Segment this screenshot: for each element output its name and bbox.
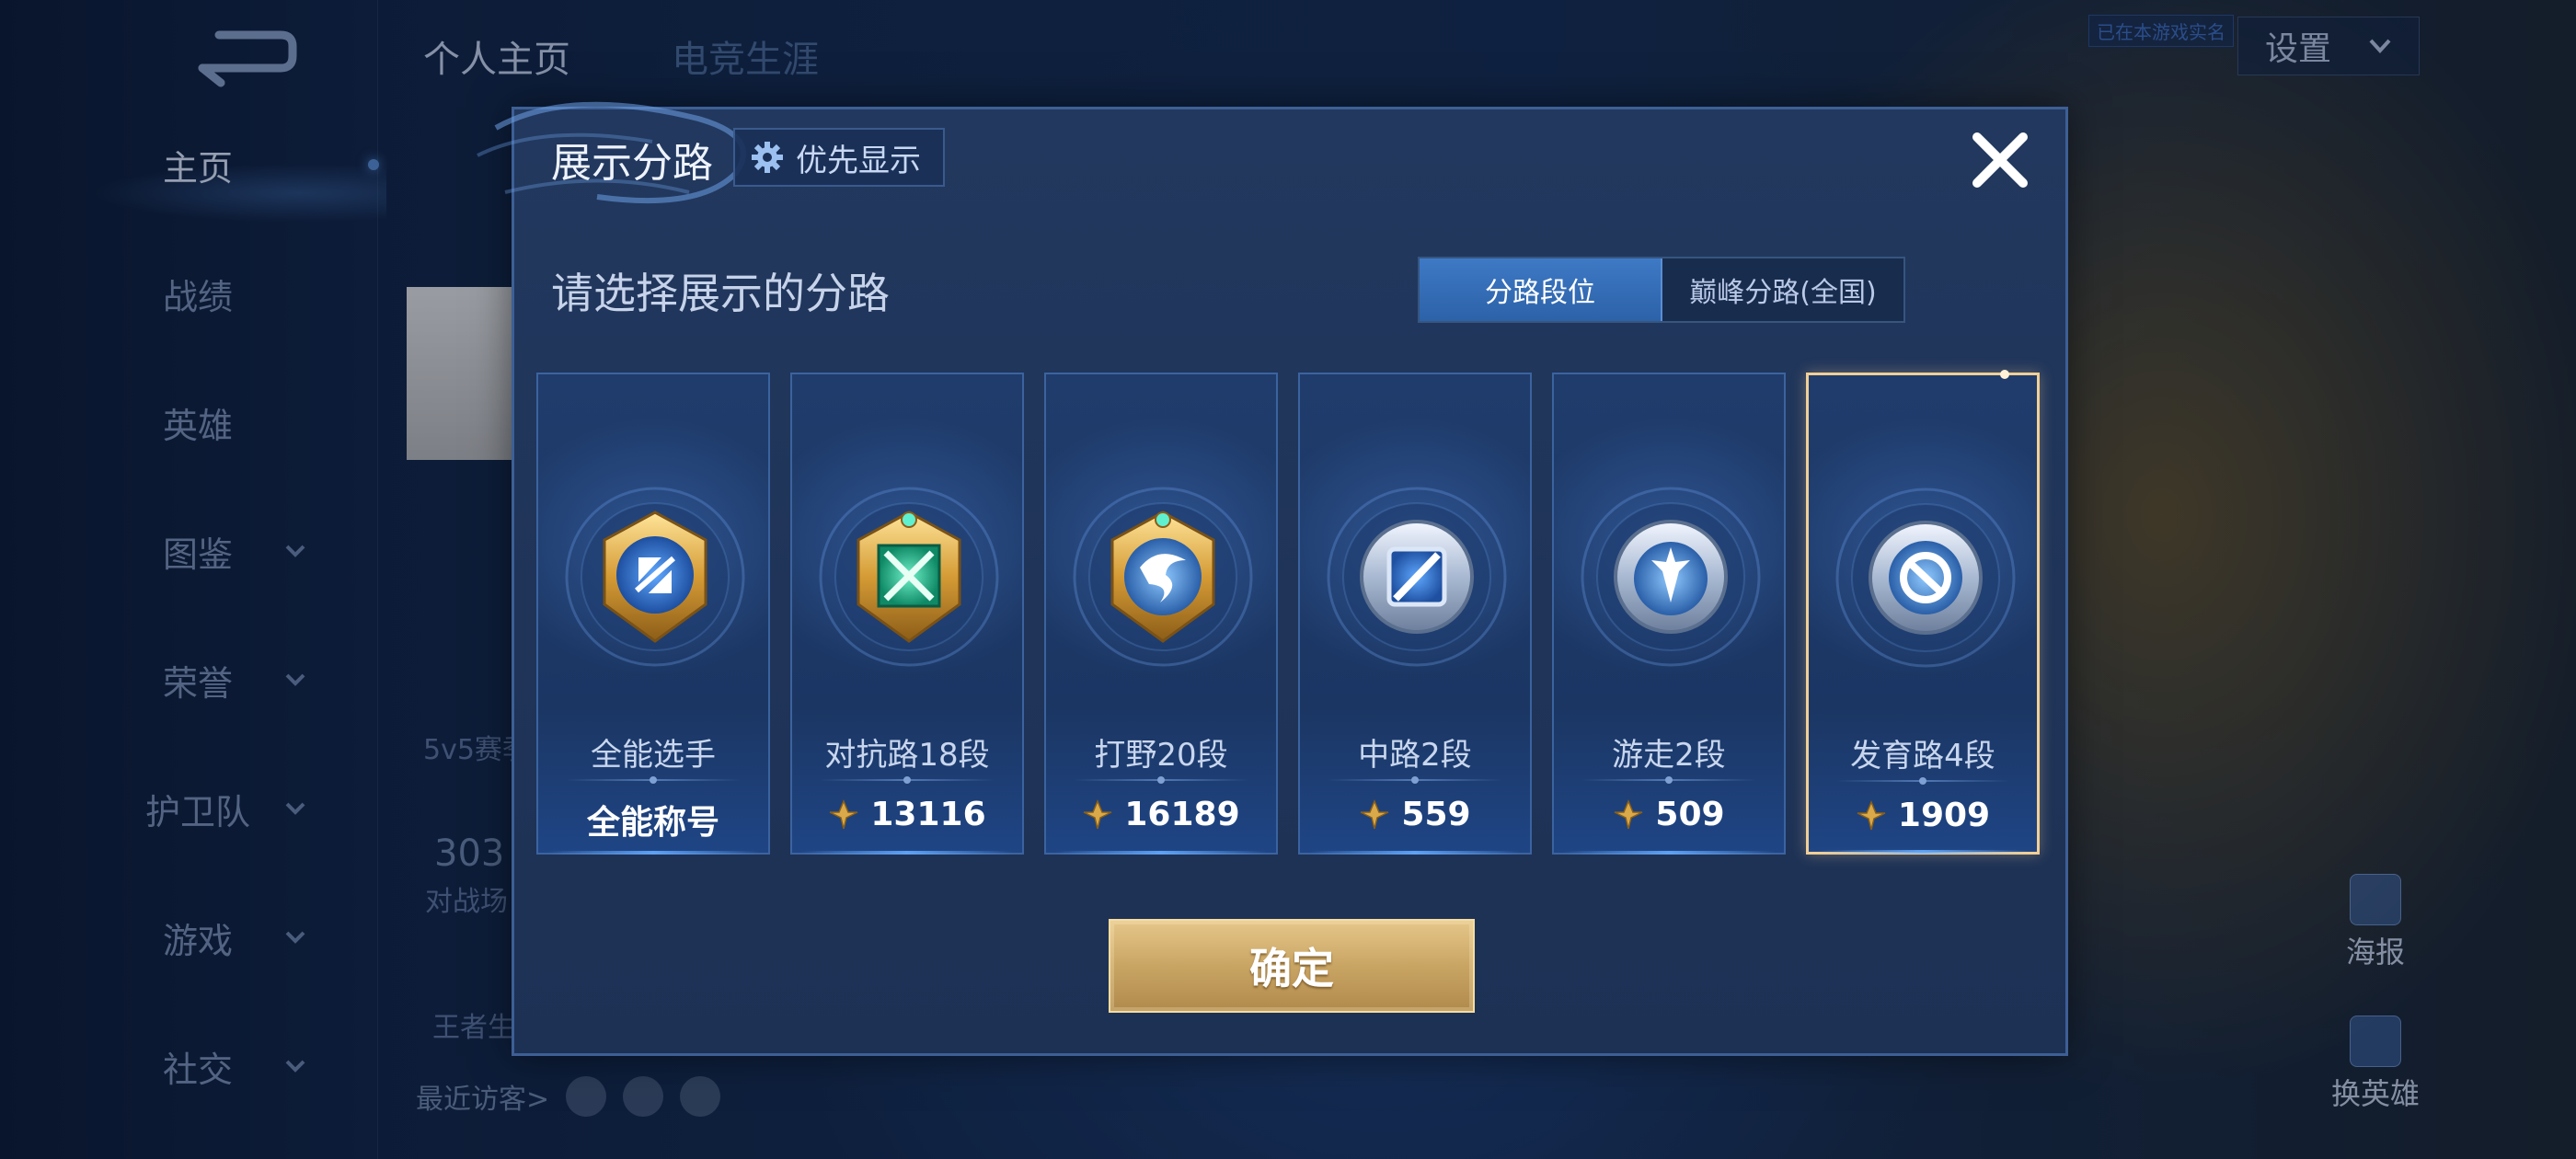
jungle-badge-icon bbox=[1094, 503, 1232, 650]
lane-card-value: 1909 bbox=[1897, 797, 1991, 834]
modal-title: 展示分路 bbox=[551, 140, 713, 187]
lane-display-modal: 展示分路 优先显示 请选择展示的分路 分路段位 巅峰分路(全国) 全能选手 全能… bbox=[477, 101, 2068, 1056]
lane-view-segmented-control: 分路段位 巅峰分路(全国) bbox=[1418, 257, 1905, 323]
tab-lane-rank[interactable]: 分路段位 bbox=[1420, 258, 1662, 321]
tab-peak-lane-national[interactable]: 巅峰分路(全国) bbox=[1662, 258, 1903, 321]
battle-points-icon bbox=[1613, 798, 1644, 831]
mid-lane-badge-icon bbox=[1348, 503, 1486, 650]
lane-card-name: 对抗路18段 bbox=[824, 737, 990, 774]
battle-points-icon bbox=[1856, 799, 1887, 832]
card-divider bbox=[566, 776, 741, 784]
battle-points-icon bbox=[828, 798, 859, 831]
card-divider bbox=[1581, 776, 1756, 784]
roam-badge-icon bbox=[1602, 503, 1740, 650]
lane-select-prompt: 请选择展示的分路 bbox=[551, 269, 890, 318]
lane-card-score: 1909 bbox=[1809, 797, 2037, 834]
card-divider bbox=[1836, 777, 2009, 785]
farm-lane-badge-icon bbox=[1857, 504, 1995, 651]
lane-card-name: 游走2段 bbox=[1612, 737, 1726, 774]
gear-icon bbox=[752, 142, 783, 173]
lane-card-name: 中路2段 bbox=[1358, 737, 1472, 774]
lane-card-score: 16189 bbox=[1046, 796, 1276, 833]
lane-card-value: 全能称号 bbox=[586, 804, 719, 842]
all-round-badge-icon bbox=[586, 503, 724, 650]
modal-header: 展示分路 优先显示 bbox=[477, 101, 2065, 204]
lane-card-score: 509 bbox=[1554, 796, 1784, 833]
lane-card-value: 13116 bbox=[870, 796, 986, 833]
lane-card[interactable]: 中路2段 559 bbox=[1298, 373, 1532, 855]
battle-points-icon bbox=[1359, 798, 1390, 831]
priority-display-label: 优先显示 bbox=[796, 142, 921, 179]
card-divider bbox=[1328, 776, 1502, 784]
close-icon bbox=[1972, 132, 2028, 188]
clash-lane-badge-icon bbox=[840, 503, 978, 650]
confirm-button[interactable]: 确定 bbox=[1109, 919, 1475, 1013]
card-divider bbox=[1074, 776, 1248, 784]
app-root: 主页 战绩 英雄 图鉴 荣誉 护卫队 游戏 社交 个人主页 电竞生涯 5v5赛季 303 对战… bbox=[0, 0, 2576, 1159]
lane-card-name: 发育路4段 bbox=[1850, 738, 1995, 775]
lane-card[interactable]: 打野20段 16189 bbox=[1044, 373, 1278, 855]
lane-card[interactable]: 游走2段 509 bbox=[1552, 373, 1786, 855]
lane-card-value: 559 bbox=[1401, 796, 1471, 833]
lane-card-value: 16189 bbox=[1124, 796, 1240, 833]
lane-card-score: 全能称号 bbox=[538, 796, 768, 843]
battle-points-icon bbox=[1082, 798, 1113, 831]
lane-card[interactable]: 对抗路18段 13116 bbox=[790, 373, 1024, 855]
lane-card[interactable]: 全能选手 全能称号 bbox=[536, 373, 770, 855]
lane-card-score: 13116 bbox=[792, 796, 1022, 833]
card-divider bbox=[820, 776, 995, 784]
lane-card-score: 559 bbox=[1300, 796, 1530, 833]
selected-corner-marker bbox=[2000, 370, 2009, 379]
close-button[interactable] bbox=[1966, 126, 2034, 194]
lane-card-value: 509 bbox=[1655, 796, 1725, 833]
lane-card-name: 全能选手 bbox=[591, 737, 716, 774]
lane-card-name: 打野20段 bbox=[1094, 737, 1228, 774]
lane-card[interactable]: 发育路4段 1909 bbox=[1806, 370, 2040, 855]
priority-display-button[interactable]: 优先显示 bbox=[733, 128, 945, 187]
